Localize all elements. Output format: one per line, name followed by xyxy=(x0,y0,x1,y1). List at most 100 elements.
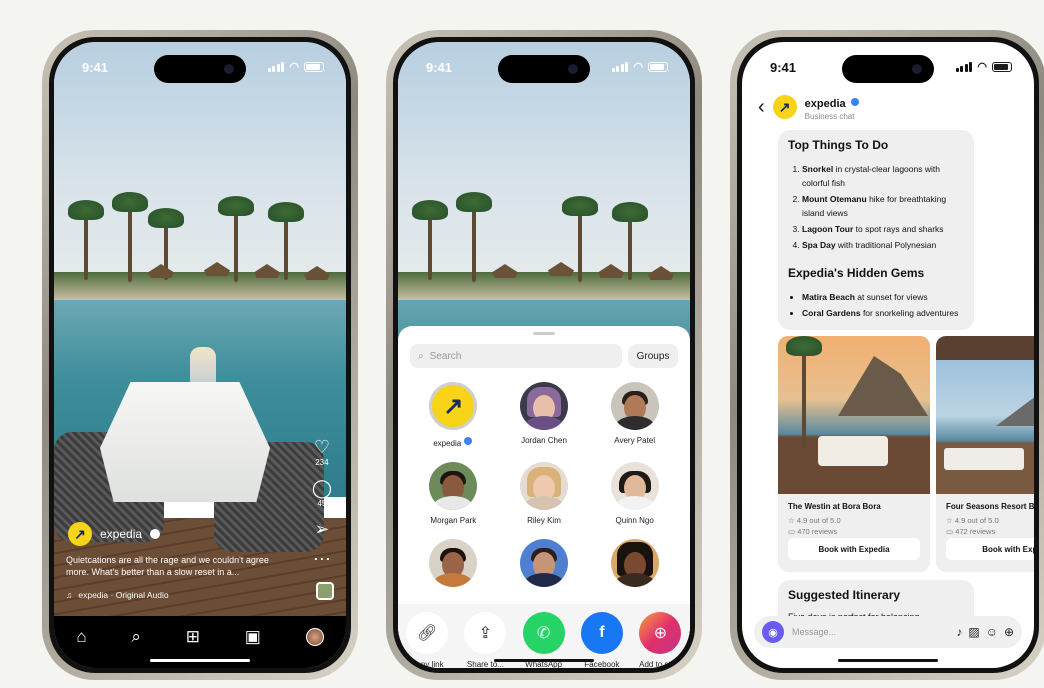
copy-link-action[interactable]: 🔗︎ Copy link xyxy=(406,612,449,668)
contact-quinn-ngo[interactable]: Quinn Ngo xyxy=(589,462,680,525)
reel-action-rail: ♡ 234 ◯ 45 ➢ ⋯ xyxy=(312,438,332,568)
add-to-story-action[interactable]: ⊕ Add to story xyxy=(639,612,682,668)
things-list: Snorkel in crystal-clear lagoons with co… xyxy=(788,162,964,252)
hotel-reviews: 470 reviews xyxy=(797,527,838,536)
hotel-carousel[interactable]: The Westin at Bora Bora ☆ 4.9 out of 5.0… xyxy=(778,336,1034,572)
search-icon[interactable]: ⌕ xyxy=(131,627,141,647)
music-note-icon: ♫ xyxy=(66,590,73,600)
contact-avery-patel[interactable]: Avery Patel xyxy=(589,382,680,448)
message-bubble: Top Things To Do Snorkel in crystal-clea… xyxy=(778,130,974,330)
avatar xyxy=(519,462,568,510)
wifi-icon: ◠ xyxy=(289,61,299,73)
battery-icon xyxy=(304,61,324,72)
action-label: Copy link xyxy=(410,660,444,668)
share-search-input[interactable]: ⌕ Search xyxy=(410,344,622,368)
avatar xyxy=(610,462,659,510)
expedia-logo-icon: ↗ xyxy=(68,522,92,546)
hotel-image xyxy=(778,336,930,494)
avatar xyxy=(519,539,568,587)
reel-username[interactable]: expedia xyxy=(100,527,142,541)
list-item: Snorkel in crystal-clear lagoons with co… xyxy=(802,162,964,190)
home-indicator xyxy=(150,659,250,662)
share-sheet: ⌕ Search Groups ↗ expedia Jordan Chen Ave… xyxy=(398,326,690,668)
profile-icon[interactable] xyxy=(305,628,324,646)
phone-reel: 9:41 ◠ ♡ 234 ◯ 45 ➢ ⋯ ↗ expedia Quietcatio… xyxy=(42,30,358,680)
contact-jordan-chen[interactable]: Jordan Chen xyxy=(499,382,590,448)
verified-icon xyxy=(463,436,474,446)
audio-label: expedia · Original Audio xyxy=(78,590,169,600)
facebook-icon: f xyxy=(580,612,623,654)
message-input[interactable]: Message... xyxy=(792,627,836,637)
comment-icon[interactable]: ◯ xyxy=(312,479,332,497)
gallery-icon[interactable]: ▨ xyxy=(968,625,979,639)
avatar xyxy=(610,539,659,587)
heart-icon[interactable]: ♡ xyxy=(314,438,330,456)
list-item: Spa Day with traditional Polynesian xyxy=(802,238,964,252)
contact-name: Quinn Ngo xyxy=(615,516,654,525)
list-item: Lagoon Tour to spot rays and sharks xyxy=(802,222,964,236)
list-item: Coral Gardens for snorkeling adventures xyxy=(802,306,964,320)
contact-row3-c[interactable] xyxy=(589,539,680,587)
reel-audio[interactable]: ♫ expedia · Original Audio xyxy=(66,590,169,600)
avatar xyxy=(519,382,568,430)
share-icon: ⇪ xyxy=(464,612,507,654)
contact-name: Morgan Park xyxy=(430,516,477,525)
share-screen: 9:41 ◠ ⌕Search Groups ↗ expedia Jordan xyxy=(398,42,690,668)
mic-icon[interactable]: ♪ xyxy=(956,625,962,639)
marketing-stage: 9:41 ◠ ♡ 234 ◯ 45 ➢ ⋯ ↗ expedia Quietcatio… xyxy=(0,0,1044,688)
itinerary-title: Suggested Itinerary xyxy=(788,588,901,602)
message-composer[interactable]: ◉ Message... ♪ ▨ ☺ ⊕ xyxy=(754,616,1022,648)
home-icon[interactable]: ⌂ xyxy=(76,627,86,647)
story-icon: ⊕ xyxy=(639,612,682,654)
sticker-icon[interactable]: ☺ xyxy=(986,625,998,639)
contact-expedia[interactable]: ↗ expedia xyxy=(408,382,499,448)
whatsapp-icon: ✆ xyxy=(522,612,565,654)
hotel-rating: 4.9 out of 5.0 xyxy=(796,516,841,525)
reel-screen: 9:41 ◠ ♡ 234 ◯ 45 ➢ ⋯ ↗ expedia Quietcatio… xyxy=(54,42,346,668)
status-time: 9:41 xyxy=(426,60,453,75)
send-icon[interactable]: ➢ xyxy=(314,520,329,538)
reviews-icon: ▭ xyxy=(788,527,796,536)
list-item: Mount Otemanu hike for breathtaking isla… xyxy=(802,192,964,220)
book-button[interactable]: Book with Expe xyxy=(946,538,1034,560)
avatar xyxy=(429,539,478,587)
sheet-grabber[interactable] xyxy=(533,332,555,335)
reel-author[interactable]: ↗ expedia xyxy=(68,522,161,546)
rating-icon: ☆ xyxy=(946,516,953,525)
contact-row3-b[interactable] xyxy=(499,539,590,587)
hotel-card[interactable]: Four Seasons Resort B ☆ 4.9 out of 5.0 ▭… xyxy=(936,336,1034,572)
contact-name: Jordan Chen xyxy=(521,436,567,445)
back-icon[interactable]: ‹ xyxy=(758,96,765,119)
status-time: 9:41 xyxy=(770,60,797,75)
battery-icon xyxy=(992,61,1012,72)
audio-thumbnail[interactable] xyxy=(316,582,334,600)
chat-name[interactable]: expedia xyxy=(805,98,846,110)
contact-morgan-park[interactable]: Morgan Park xyxy=(408,462,499,525)
add-icon[interactable]: ⊕ xyxy=(1004,625,1014,639)
reels-icon[interactable]: ▣ xyxy=(245,627,261,647)
hotel-reviews: 472 reviews xyxy=(955,527,996,536)
things-title: Top Things To Do xyxy=(788,138,889,152)
contact-grid: ↗ expedia Jordan Chen Avery Patel Morgan… xyxy=(408,382,680,587)
gems-list: Matira Beach at sunset for views Coral G… xyxy=(788,290,964,320)
hotel-rating: 4.9 out of 5.0 xyxy=(954,516,999,525)
expedia-logo-icon[interactable]: ↗ xyxy=(772,95,797,119)
book-button[interactable]: Book with Expedia xyxy=(788,538,920,560)
groups-button[interactable]: Groups xyxy=(628,344,678,368)
camera-icon[interactable]: ◉ xyxy=(762,621,784,643)
comment-count: 45 xyxy=(317,499,327,508)
hotel-card[interactable]: The Westin at Bora Bora ☆ 4.9 out of 5.0… xyxy=(778,336,930,572)
more-icon[interactable]: ⋯ xyxy=(313,550,331,568)
signal-icon xyxy=(611,61,629,72)
contact-name: Riley Kim xyxy=(527,516,561,525)
gems-title: Expedia's Hidden Gems xyxy=(788,266,925,280)
dynamic-island xyxy=(842,55,934,83)
chat-screen: 9:41 ◠ ‹ ↗ expedia Business chat Top Thi… xyxy=(742,42,1034,668)
create-icon[interactable]: ⊞ xyxy=(186,627,200,647)
home-indicator xyxy=(838,659,938,662)
contact-row3-a[interactable] xyxy=(408,539,499,587)
reel-caption[interactable]: Quietcations are all the rage and we cou… xyxy=(66,554,286,578)
list-item: Matira Beach at sunset for views xyxy=(802,290,964,304)
phone-share: 9:41 ◠ ⌕Search Groups ↗ expedia Jordan xyxy=(386,30,702,680)
contact-riley-kim[interactable]: Riley Kim xyxy=(499,462,590,525)
